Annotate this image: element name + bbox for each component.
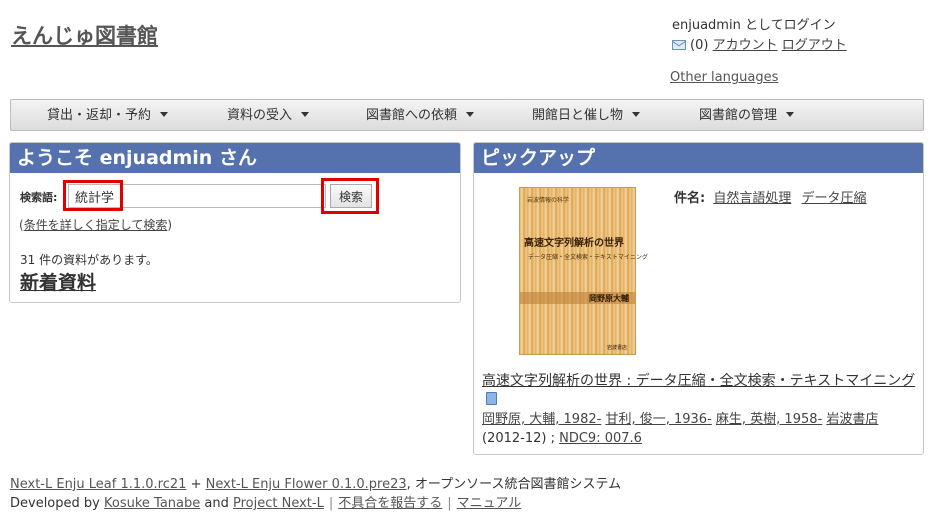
pickup-heading: ピックアップ [474,143,923,173]
nav-label: 図書館の管理 [699,108,778,123]
publisher-link[interactable]: 岩波書店 [826,412,878,427]
separator: | [328,496,334,511]
search-input[interactable] [68,184,326,208]
resource-count: 31 件の資料があります。 [20,253,158,267]
message-count: (0) [690,38,709,53]
footer-system-text: , オープンソース統合図書館システム [406,477,622,492]
nav-menu-admin[interactable]: 図書館の管理 [699,100,795,132]
caret-down-icon [160,112,169,117]
pickup-panel: ピックアップ 岩波情報の科学 高速文字列解析の世界 データ圧縮・全文検索・テキス… [473,142,924,455]
cover-publisher: 岩波書店 [606,345,627,351]
book-metadata: 岡野原, 大輔, 1982- 甘利, 俊一, 1936- 麻生, 英樹, 195… [482,412,879,446]
advanced-search-link[interactable]: 条件を詳しく指定して検索 [24,218,168,232]
footer-line-1: Next-L Enju Leaf 1.1.0.rc21 + Next-L Enj… [10,475,621,494]
and-text: and [204,496,229,511]
report-bug-link[interactable]: 不具合を報告する [338,496,442,511]
nav-menu-requests[interactable]: 図書館への依頼 [366,100,475,132]
site-title-link[interactable]: えんじゅ図書館 [11,20,158,50]
book-cover-image[interactable]: 岩波情報の科学 高速文字列解析の世界 データ圧縮・全文検索・テキストマイニング … [519,187,648,355]
author-link[interactable]: Kosuke Tanabe [104,496,200,511]
subject-link[interactable]: データ圧縮 [802,191,867,206]
creator-link[interactable]: 岡野原, 大輔, 1982- [482,412,601,427]
logout-link[interactable]: ログアウト [782,38,847,53]
paren-close: ) [167,218,173,232]
publication-date: (2012-12) [482,431,547,446]
search-button[interactable]: 検索 [330,184,372,208]
cover-title: 高速文字列解析の世界 [524,238,624,249]
creator-link[interactable]: 麻生, 英樹, 1958- [716,412,822,427]
ndc-link[interactable]: NDC9: 007.6 [559,431,642,446]
welcome-heading: ようこそ enjuadmin さん [10,143,460,173]
enju-leaf-link[interactable]: Next-L Enju Leaf 1.1.0.rc21 [10,477,186,492]
login-box: enjuadmin としてログイン (0) アカウント ログアウト [672,16,847,56]
nav-label: 開館日と催し物 [532,108,624,123]
nav-menu-circulation[interactable]: 貸出・返却・予約 [47,100,169,132]
cover-series: 岩波情報の科学 [527,197,570,204]
caret-down-icon [632,112,641,117]
search-label: 検索語: [20,191,58,204]
book-title: 高速文字列解析の世界 : データ圧縮・全文検索・テキストマイニング [482,372,917,410]
developed-by-text: Developed by [10,496,100,511]
separator: | [447,496,452,511]
manual-link[interactable]: マニュアル [457,496,522,511]
footer: Next-L Enju Leaf 1.1.0.rc21 + Next-L Enj… [10,475,621,513]
book-icon [486,392,497,405]
login-status: enjuadmin としてログイン [672,18,836,33]
cover-subtitle: データ圧縮・全文検索・テキストマイニング [528,254,648,261]
nav-label: 貸出・返却・予約 [47,108,152,123]
other-languages-link[interactable]: Other languages [670,70,778,85]
nav-label: 資料の受入 [227,108,293,123]
nav-menu-events[interactable]: 開館日と催し物 [532,100,641,132]
advanced-search: (条件を詳しく指定して検索) [19,216,172,233]
project-link[interactable]: Project Next-L [233,496,324,511]
account-link[interactable]: アカウント [713,38,778,53]
subject-row: 件名: 自然言語処理 データ圧縮 [674,187,873,206]
mail-icon[interactable] [672,40,686,50]
caret-down-icon [786,112,795,117]
caret-down-icon [301,112,310,117]
nav-menu-acquisition[interactable]: 資料の受入 [227,100,310,132]
cover-author: 岡野原大輔 [589,294,629,303]
welcome-panel: ようこそ enjuadmin さん 検索語: 検索 (条件を詳しく指定して検索)… [9,142,461,303]
enju-flower-link[interactable]: Next-L Enju Flower 0.1.0.pre23 [206,477,407,492]
nav-label: 図書館への依頼 [366,108,458,123]
book-title-link[interactable]: 高速文字列解析の世界 : データ圧縮・全文検索・テキストマイニング [482,373,915,389]
subject-label: 件名: [674,191,706,206]
caret-down-icon [466,112,475,117]
main-navbar: 貸出・返却・予約 資料の受入 図書館への依頼 開館日と催し物 図書館の管理 [10,99,924,131]
new-items-link[interactable]: 新着資料 [20,268,96,295]
footer-line-2: Developed by Kosuke Tanabe and Project N… [10,494,621,513]
creator-link[interactable]: 甘利, 俊一, 1936- [605,412,711,427]
subject-link[interactable]: 自然言語処理 [713,191,791,206]
footer-plus: + [190,477,202,492]
